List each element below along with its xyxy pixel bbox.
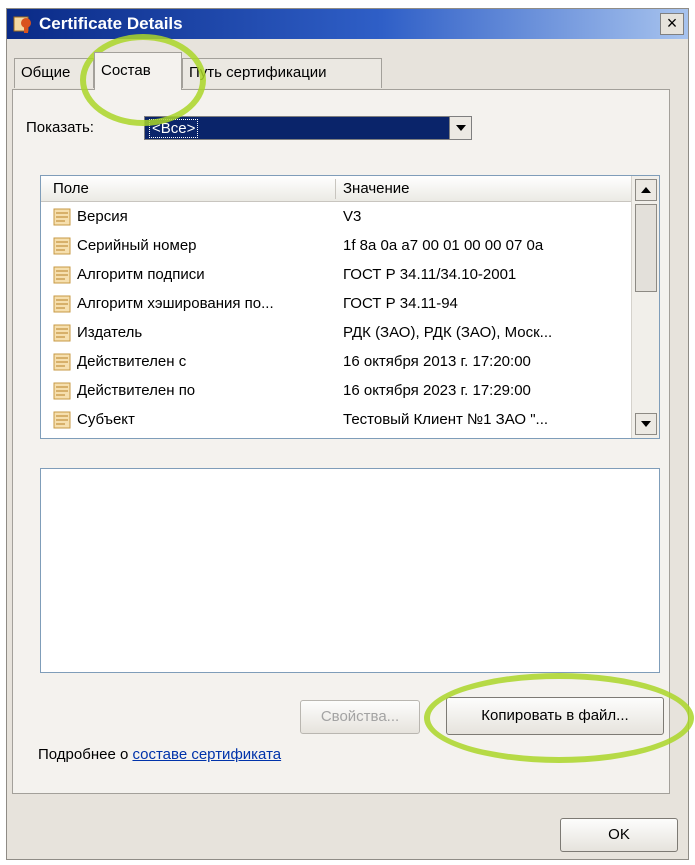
scroll-down-icon[interactable] xyxy=(635,413,657,435)
list-header: Поле Значение xyxy=(41,176,631,202)
certificate-details-link[interactable]: составе сертификата xyxy=(132,746,281,763)
field-name: Действителен по xyxy=(77,382,196,399)
list-item[interactable]: Алгоритм подписи ГОСТ Р 34.11/34.10-2001 xyxy=(41,261,631,290)
field-value: РДК (ЗАО), РДК (ЗАО), Моск... xyxy=(343,324,553,341)
properties-button[interactable]: Свойства... xyxy=(300,700,420,734)
list-item[interactable]: Субъект Тестовый Клиент №1 ЗАО "... xyxy=(41,406,631,435)
field-icon xyxy=(53,324,71,342)
field-value: ГОСТ Р 34.11/34.10-2001 xyxy=(343,266,517,283)
list-item[interactable]: Действителен с 16 октября 2013 г. 17:20:… xyxy=(41,348,631,377)
list-item[interactable]: Издатель РДК (ЗАО), РДК (ЗАО), Моск... xyxy=(41,319,631,348)
field-name: Субъект xyxy=(77,411,135,428)
show-label: Показать: xyxy=(26,119,94,136)
column-field-header[interactable]: Поле xyxy=(53,180,89,197)
field-value: V3 xyxy=(343,208,362,225)
list-item[interactable]: Серийный номер 1f 8a 0a a7 00 01 00 00 0… xyxy=(41,232,631,261)
show-dropdown[interactable]: <Все> xyxy=(144,116,472,140)
list-rows: Версия V3 Серийный номер 1f 8a 0a a7 00 … xyxy=(41,203,631,435)
field-value: ГОСТ Р 34.11-94 xyxy=(343,295,458,312)
field-icon xyxy=(53,295,71,313)
list-item[interactable]: Алгоритм хэширования по... ГОСТ Р 34.11-… xyxy=(41,290,631,319)
field-icon xyxy=(53,353,71,371)
tab-details[interactable]: Состав xyxy=(94,52,182,90)
field-value: Тестовый Клиент №1 ЗАО "... xyxy=(343,411,549,428)
chevron-down-icon[interactable] xyxy=(449,117,471,139)
field-value: 16 октября 2013 г. 17:20:00 xyxy=(343,353,531,370)
tab-strip: Общие Состав Путь сертификации xyxy=(12,52,612,90)
column-separator xyxy=(335,179,336,199)
certificate-icon xyxy=(13,16,31,33)
field-value: 16 октября 2023 г. 17:29:00 xyxy=(343,382,531,399)
field-icon xyxy=(53,208,71,226)
field-icon xyxy=(53,266,71,284)
window-title: Certificate Details xyxy=(39,14,183,33)
field-name: Алгоритм хэширования по... xyxy=(77,295,274,312)
field-name: Издатель xyxy=(77,324,143,341)
field-name: Алгоритм подписи xyxy=(77,266,205,283)
more-info-prefix: Подробнее о xyxy=(38,746,133,763)
scroll-up-icon[interactable] xyxy=(635,179,657,201)
field-value: 1f 8a 0a a7 00 01 00 00 07 0a xyxy=(343,237,544,254)
field-name: Серийный номер xyxy=(77,237,197,254)
field-name: Версия xyxy=(77,208,128,225)
list-item[interactable]: Версия V3 xyxy=(41,203,631,232)
column-value-header[interactable]: Значение xyxy=(343,180,410,197)
show-dropdown-value: <Все> xyxy=(149,119,199,138)
title-bar: Certificate Details × xyxy=(7,9,688,39)
field-detail-box[interactable] xyxy=(40,468,660,673)
copy-to-file-button[interactable]: Копировать в файл... xyxy=(446,697,664,735)
scroll-thumb[interactable] xyxy=(635,204,657,292)
field-icon xyxy=(53,237,71,255)
tab-certification-path[interactable]: Путь сертификации xyxy=(182,58,382,88)
more-info-text: Подробнее о составе сертификата xyxy=(38,746,281,763)
field-name: Действителен с xyxy=(77,353,187,370)
list-item[interactable]: Действителен по 16 октября 2023 г. 17:29… xyxy=(41,377,631,406)
ok-button[interactable]: OK xyxy=(560,818,678,852)
close-button[interactable]: × xyxy=(660,13,684,35)
field-icon xyxy=(53,382,71,400)
field-icon xyxy=(53,411,71,429)
list-scrollbar[interactable] xyxy=(631,176,659,438)
fields-list[interactable]: Поле Значение Версия V3 Серийный номер 1… xyxy=(40,175,660,439)
tab-general[interactable]: Общие xyxy=(14,58,94,88)
